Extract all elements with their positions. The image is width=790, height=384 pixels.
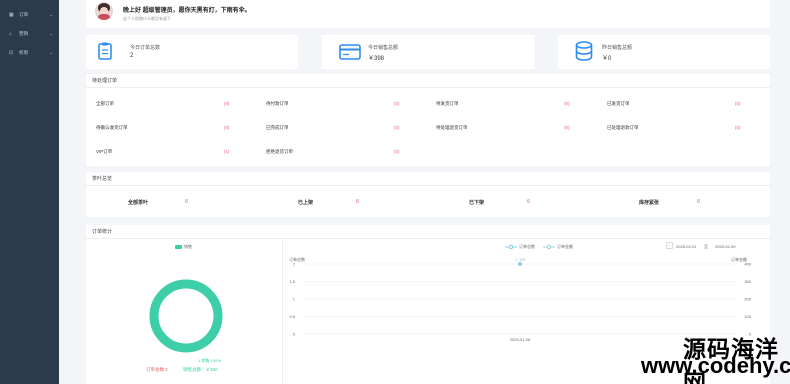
order-link-to-ship[interactable]: 待发货订单	[436, 101, 459, 107]
ring-slice-label: 1-销售:100%	[198, 358, 221, 363]
ring-legend-label[interactable]: 销售	[184, 244, 192, 250]
date-separator: 至	[704, 244, 708, 249]
legend-orders-label[interactable]: 订单总数	[519, 244, 535, 250]
sidebar-item-label: 营销	[19, 30, 29, 36]
card-icon	[339, 44, 361, 60]
watermark-url: www.codehy.com	[641, 353, 790, 378]
stat-card-today-sales: 今日销售总额 ￥398	[322, 35, 534, 69]
order-link-refunded[interactable]: 已处理退款订单	[607, 125, 639, 131]
avatar[interactable]	[95, 2, 113, 20]
order-count: (0)	[735, 125, 741, 130]
data-point-sales	[518, 262, 522, 266]
sidebar-item-orders[interactable]: ▦ 订单 ⌄	[0, 5, 59, 24]
panel-title: 订单统计	[86, 225, 770, 239]
shop-icon: ⌂	[9, 30, 13, 37]
order-total-label: 订单总数:2	[146, 367, 168, 372]
order-link-all[interactable]: 全部订单	[96, 101, 114, 107]
welcome-card: 晚上好 超级管理员，愿你天黑有灯，下雨有伞。 这个人很懒什么都没有留下	[86, 0, 770, 28]
left-tick-label: 0.5	[289, 314, 295, 319]
order-count: (0)	[564, 101, 570, 106]
order-count: (0)	[564, 125, 570, 130]
order-link-pending-return[interactable]: 待处理退货订单	[436, 125, 468, 131]
date-end-input[interactable]: 2025-02-09	[715, 244, 735, 249]
data-point-label: 2 / 400	[515, 258, 526, 262]
right-tick-label: 300	[744, 279, 751, 284]
order-count: (0)	[394, 101, 400, 106]
order-link-completed[interactable]: 已完成订单	[266, 125, 289, 131]
welcome-greeting: 晚上好 超级管理员，愿你天黑有灯，下雨有伞。	[123, 8, 251, 14]
stat-title: 今日订单总数	[130, 45, 161, 51]
goods-label-off-shelf[interactable]: 已下架	[469, 199, 484, 206]
left-tick-label: 0	[293, 332, 296, 337]
order-count: (0)	[394, 125, 400, 130]
order-link-unpaid[interactable]: 待付款订单	[266, 101, 289, 107]
date-start-input[interactable]: 2025-02-01	[676, 244, 696, 249]
order-link-rejected-return[interactable]: 拒绝退货订单	[266, 149, 293, 155]
ring-chart-area: 销售 1-销售:100% 订单总数:2 销售总额：￥350	[86, 240, 282, 384]
order-link-shipped[interactable]: 已发货订单	[607, 101, 630, 107]
legend-swatch	[175, 245, 182, 249]
x-tick-label: 2025-01-06	[510, 337, 531, 342]
stat-card-today-orders: 今日订单总数 2	[86, 35, 298, 69]
database-icon	[575, 41, 593, 61]
stat-title: 昨日销售总额	[602, 45, 633, 51]
left-tick-label: 1	[293, 297, 296, 302]
goods-label-on-shelf[interactable]: 已上架	[298, 199, 313, 206]
right-tick-label: 100	[744, 314, 751, 319]
ring-chart[interactable]	[146, 276, 226, 356]
goods-label-all[interactable]: 全部茶叶	[128, 199, 148, 206]
stat-value: ￥398	[368, 56, 385, 62]
panel-title: 茶叶总览	[86, 172, 770, 186]
goods-count: 6	[356, 199, 360, 205]
sidebar-item-marketing[interactable]: ⌂ 营销 ⌄	[0, 24, 59, 43]
pending-orders-panel: 待处理订单 全部订单 (9) 待付款订单 (0) 待发货订单 (0) 已发货订单…	[86, 74, 770, 166]
goods-label-low-stock[interactable]: 库存紧张	[639, 199, 659, 206]
sidebar-item-permissions[interactable]: ⊡ 权限 ⌄	[0, 43, 59, 62]
left-tick-label: 1.5	[289, 279, 295, 284]
main-content: 晚上好 超级管理员，愿你天黑有灯，下雨有伞。 这个人很懒什么都没有留下 今日订单…	[59, 0, 790, 384]
chevron-down-icon: ⌄	[49, 31, 53, 36]
order-count: (0)	[224, 125, 230, 130]
left-axis-title: 订单总数	[289, 256, 305, 262]
legend-orders-marker	[505, 244, 517, 250]
sidebar: ▦ 订单 ⌄ ⌂ 营销 ⌄ ⊡ 权限 ⌄	[0, 0, 59, 384]
goods-count: 6	[697, 199, 701, 205]
right-tick-label: 400	[744, 262, 751, 267]
goods-overview-panel: 茶叶总览 全部茶叶 6 已上架 6 已下架 6 库存紧张 6	[86, 172, 770, 217]
welcome-subtitle: 这个人很懒什么都没有留下	[123, 16, 171, 21]
clipboard-icon	[98, 42, 112, 60]
stat-value: 2	[130, 53, 134, 59]
goods-count: 6	[185, 199, 189, 205]
sidebar-item-label: 订单	[19, 11, 29, 17]
calendar-icon[interactable]: ▫	[666, 242, 673, 249]
chevron-down-icon: ⌄	[49, 50, 53, 55]
sidebar-item-label: 权限	[19, 49, 29, 55]
stat-value: ￥0	[602, 56, 612, 62]
chevron-down-icon: ⌄	[49, 12, 53, 17]
left-tick-label: 2	[293, 262, 296, 267]
stat-card-yesterday-sales: 昨日销售总额 ￥0	[558, 35, 770, 69]
order-count: (9)	[224, 101, 230, 106]
legend-sales-label[interactable]: 订单金额	[557, 244, 573, 250]
right-tick-label: 200	[744, 297, 751, 302]
stat-title: 今日销售总额	[368, 45, 399, 51]
order-link-to-confirm[interactable]: 待确认收货订单	[96, 125, 128, 131]
grid-icon: ▦	[9, 11, 14, 18]
goods-count: 6	[527, 199, 531, 205]
sales-total-label: 销售总额：￥350	[183, 367, 218, 372]
order-link-vip[interactable]: VIP订单	[96, 149, 112, 155]
order-count: (0)	[735, 101, 741, 106]
lock-icon: ⊡	[9, 49, 14, 56]
order-count: (0)	[394, 149, 400, 154]
panel-title: 待处理订单	[86, 74, 770, 88]
order-count: (1)	[224, 149, 230, 154]
legend-sales-marker	[543, 244, 555, 250]
